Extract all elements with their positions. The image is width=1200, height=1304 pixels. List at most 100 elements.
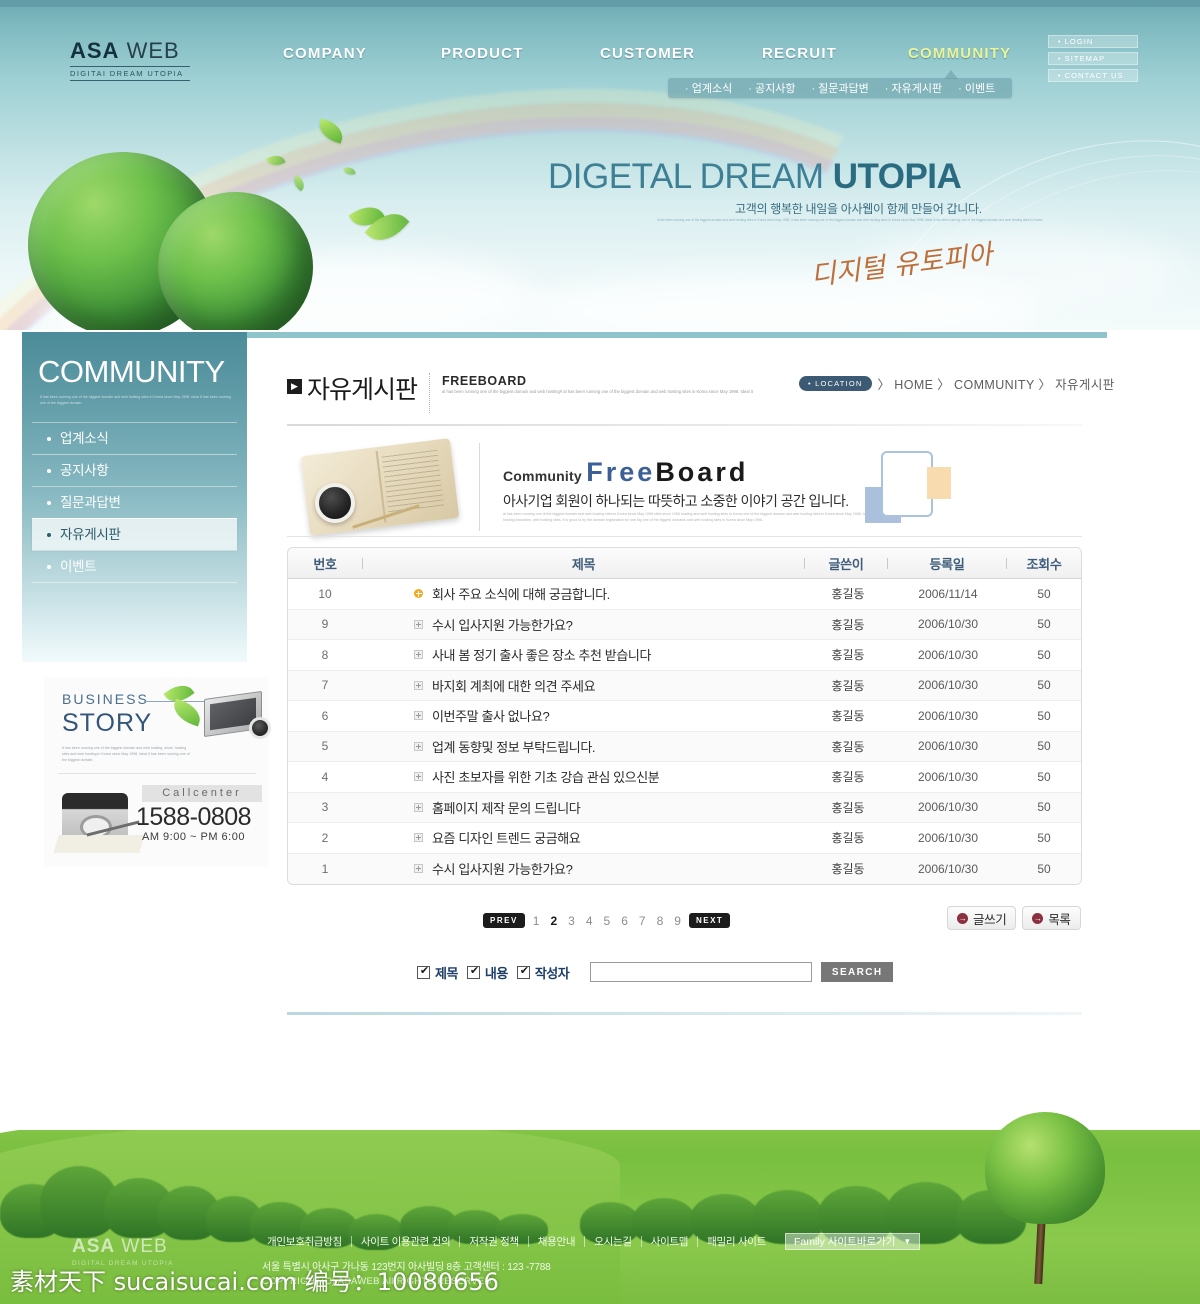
table-row[interactable]: 5 업계 동향및 정보 부탁드립니다. 홍길동 2006/10/30 50 — [288, 731, 1081, 762]
footer-label-family-site: 패밀리 사이트 — [707, 1236, 766, 1248]
footer-link-privacy[interactable]: 개인보호취급방침 — [258, 1234, 351, 1249]
footer-link-directions[interactable]: 오시는길 — [585, 1234, 640, 1249]
coffee-cup-icon — [315, 483, 355, 523]
pagination-page-4[interactable]: 4 — [585, 914, 594, 928]
search-button[interactable]: SEARCH — [821, 962, 894, 982]
submenu-item-qna[interactable]: 질문과답변 — [804, 80, 875, 96]
table-row[interactable]: 8 사내 봄 정기 출사 좋은 장소 추천 받습니다 홍길동 2006/10/30 50 — [288, 640, 1081, 671]
cell-title[interactable]: 바지회 계최에 대한 의견 주세요 — [362, 676, 807, 695]
footer-link-site-usage[interactable]: 사이트 이용관련 건의 — [352, 1234, 459, 1249]
nav-item-product[interactable]: PRODUCT — [441, 45, 524, 62]
pagination-page-7[interactable]: 7 — [638, 914, 647, 928]
cell-title[interactable]: 수시 입사지원 가능한가요? — [362, 615, 807, 634]
search-filter-title[interactable]: 제목 — [417, 963, 458, 982]
logo-rule — [70, 66, 190, 67]
cell-title[interactable]: 업계 동향및 정보 부탁드립니다. — [362, 737, 807, 756]
footer-link-sitemap[interactable]: 사이트맵 — [642, 1234, 697, 1249]
business-story-line2: STORY — [62, 709, 153, 737]
cell-hits: 50 — [1037, 586, 1051, 601]
cell-title-text: 수시 입사지원 가능한가요? — [432, 617, 573, 633]
cell-writer: 홍길동 — [831, 587, 865, 602]
page-title: 자유게시판 — [307, 376, 418, 404]
nav-item-recruit[interactable]: RECRUIT — [762, 45, 837, 62]
cell-title[interactable]: 회사 주요 소식에 대해 궁금합니다. — [362, 584, 807, 603]
banner-blurb: It has been running one of the biggest d… — [656, 218, 1044, 222]
footer-link-copyright-policy[interactable]: 저작권 정책 — [460, 1234, 527, 1249]
nav-item-company[interactable]: COMPANY — [283, 45, 367, 62]
community-submenu[interactable]: 업계소식 공지사항 질문과답변 자유게시판 이벤트 — [668, 78, 1013, 98]
submenu-item-event[interactable]: 이벤트 — [951, 80, 1002, 96]
cell-title[interactable]: 이번주말 출사 없나요? — [362, 706, 807, 725]
search-filter-writer[interactable]: 작성자 — [516, 963, 570, 982]
list-button[interactable]: → 목록 — [1022, 906, 1081, 930]
nav-item-customer[interactable]: CUSTOMER — [600, 45, 695, 62]
paper-icon — [53, 835, 145, 853]
contact-us-button[interactable]: CONTACT US — [1048, 69, 1138, 82]
pagination-page-2[interactable]: 2 — [549, 914, 558, 928]
table-header-row: 번호 제목 글쓴이 등록일 조회수 — [288, 548, 1081, 579]
pagination-page-6[interactable]: 6 — [620, 914, 629, 928]
cell-date: 2006/10/30 — [917, 678, 979, 693]
business-story-card[interactable]: BUSINESS STORY It has been running one o… — [44, 677, 271, 867]
checkbox-writer[interactable] — [516, 964, 531, 979]
freeboard-title-board: Board — [655, 457, 749, 487]
cell-title[interactable]: 사진 초보자를 위한 기초 강습 관심 있으신분 — [362, 767, 807, 786]
nav-item-community[interactable]: COMMUNITY — [908, 45, 1011, 62]
cell-title[interactable]: 수시 입사지원 가능한가요? — [362, 859, 807, 878]
cell-title-text: 회사 주요 소식에 대해 궁금합니다. — [432, 587, 610, 603]
breadcrumb-trail[interactable]: 〉 HOME 〉 COMMUNITY 〉 자유게시판 — [878, 374, 1115, 393]
submenu-item-industry-news[interactable]: 업계소식 — [678, 80, 739, 96]
top-banner: DIGETAL DREAM UTOPIA 고객의 행복한 내일을 아사웹이 함께… — [0, 0, 1200, 330]
table-row[interactable]: 3 홈페이지 제작 문의 드립니다 홍길동 2006/10/30 50 — [288, 792, 1081, 823]
cell-title[interactable]: 사내 봄 정기 출사 좋은 장소 추천 받습니다 — [362, 645, 807, 664]
pagination-next-button[interactable]: NEXT — [688, 913, 731, 928]
banner-title: DIGETAL DREAM UTOPIA — [548, 157, 962, 197]
table-row[interactable]: 2 요즘 디자인 트렌드 궁금해요 홍길동 2006/10/30 50 — [288, 823, 1081, 854]
checkbox-title[interactable] — [417, 964, 431, 979]
sidebar-item-event[interactable]: 이벤트 — [32, 550, 237, 582]
pagination-page-3[interactable]: 3 — [567, 914, 576, 928]
table-row[interactable]: 9 수시 입사지원 가능한가요? 홍길동 2006/10/30 50 — [288, 609, 1081, 640]
site-logo[interactable]: ASA WEB DIGITAI DREAM UTOPIA — [70, 38, 190, 81]
checkbox-content-label: 내용 — [484, 965, 508, 981]
banner-subtitle: 고객의 행복한 내일을 아사웹이 함께 만들어 갑니다. — [735, 202, 982, 216]
checkbox-content[interactable] — [466, 964, 481, 979]
table-row[interactable]: 6 이번주말 출사 없나요? 홍길동 2006/10/30 50 — [288, 701, 1081, 732]
table-row[interactable]: 7 바지회 계최에 대한 의견 주세요 홍길동 2006/10/30 50 — [288, 670, 1081, 701]
login-button[interactable]: LOGIN — [1048, 35, 1138, 48]
table-row[interactable]: 10 회사 주요 소식에 대해 궁금합니다. 홍길동 2006/11/14 50 — [288, 579, 1081, 610]
pagination-page-9[interactable]: 9 — [673, 914, 682, 928]
write-button[interactable]: → 글쓰기 — [947, 906, 1017, 930]
submenu-item-notice[interactable]: 공지사항 — [741, 80, 802, 96]
pagination-page-8[interactable]: 8 — [656, 914, 665, 928]
table-row[interactable]: 1 수시 입사지원 가능한가요? 홍길동 2006/10/30 50 — [288, 853, 1081, 884]
family-site-select-value: Family 사이트바로가기 — [793, 1236, 896, 1248]
cell-hits: 50 — [1037, 861, 1051, 876]
pagination-page-5[interactable]: 5 — [603, 914, 612, 928]
cell-title[interactable]: 요즘 디자인 트렌드 궁금해요 — [362, 828, 807, 847]
sidebar-item-notice[interactable]: 공지사항 — [32, 454, 237, 486]
sidebar-item-freeboard[interactable]: 자유게시판 — [32, 518, 237, 550]
search-input[interactable] — [590, 962, 813, 982]
sitemap-button[interactable]: SITEMAP — [1048, 52, 1138, 65]
pagination-page-1[interactable]: 1 — [532, 914, 541, 928]
freeboard-eyebrow: Community — [503, 468, 582, 484]
cell-date: 2006/10/30 — [917, 647, 979, 662]
cell-no: 7 — [321, 678, 329, 693]
cell-title[interactable]: 홈페이지 제작 문의 드립니다 — [362, 798, 807, 817]
callcenter-label: Callcenter — [142, 785, 262, 802]
sidebar-item-industry-news[interactable]: 업계소식 — [32, 422, 237, 454]
top-strip — [0, 0, 1200, 7]
submenu-item-freeboard[interactable]: 자유게시판 — [878, 80, 949, 96]
sidebar-item-qna[interactable]: 질문과답변 — [32, 486, 237, 518]
table-row[interactable]: 4 사진 초보자를 위한 기초 강습 관심 있으신분 홍길동 2006/10/30 50 — [288, 762, 1081, 793]
cell-title-text: 요즘 디자인 트렌드 궁금해요 — [432, 831, 581, 847]
card-divider — [58, 773, 256, 774]
pagination-prev-button[interactable]: PREV — [483, 913, 525, 928]
search-filter-content[interactable]: 내용 — [466, 963, 508, 982]
cell-hits: 50 — [1037, 739, 1051, 754]
footer-link-recruit[interactable]: 채용안내 — [529, 1234, 584, 1249]
sidebar-description: It has been running one of the biggest d… — [40, 395, 231, 405]
footer-logo-text: ASA WEB — [72, 1236, 168, 1257]
family-site-select[interactable]: Family 사이트바로가기 ▼ — [784, 1233, 921, 1250]
